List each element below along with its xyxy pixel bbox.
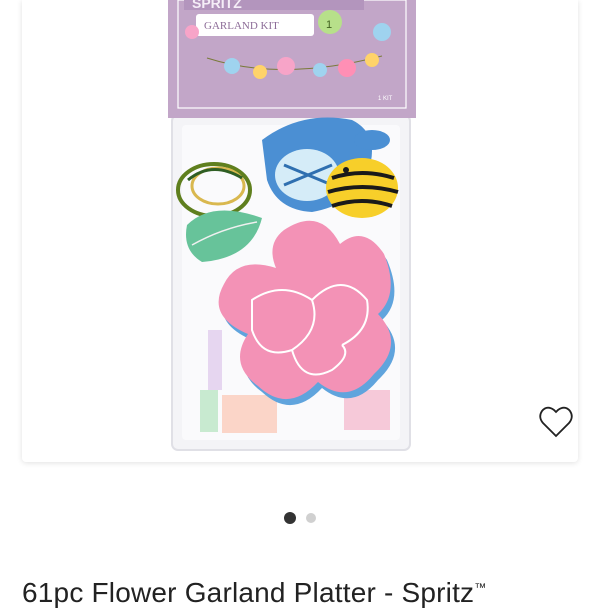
count-label: 1 KIT <box>378 96 393 102</box>
brand-label: SPRITZ <box>192 0 242 11</box>
package-label: GARLAND KIT <box>204 20 279 32</box>
heart-outline-icon <box>539 406 573 438</box>
image-carousel-indicator <box>0 512 600 524</box>
product-image-card[interactable]: When Klemi ring SPRITZ GARLAND KIT 1 <box>22 0 578 462</box>
svg-text:1: 1 <box>326 19 332 31</box>
product-image: When Klemi ring SPRITZ GARLAND KIT 1 <box>168 0 416 451</box>
package-header: SPRITZ GARLAND KIT 1 1 KIT <box>168 0 416 118</box>
trademark-mark: ™ <box>474 580 487 595</box>
product-title: 61pc Flower Garland Platter - Spritz™ <box>22 577 487 608</box>
favorite-button[interactable] <box>538 405 574 439</box>
carousel-dot-1[interactable] <box>284 512 296 524</box>
carousel-dot-2[interactable] <box>306 513 316 523</box>
